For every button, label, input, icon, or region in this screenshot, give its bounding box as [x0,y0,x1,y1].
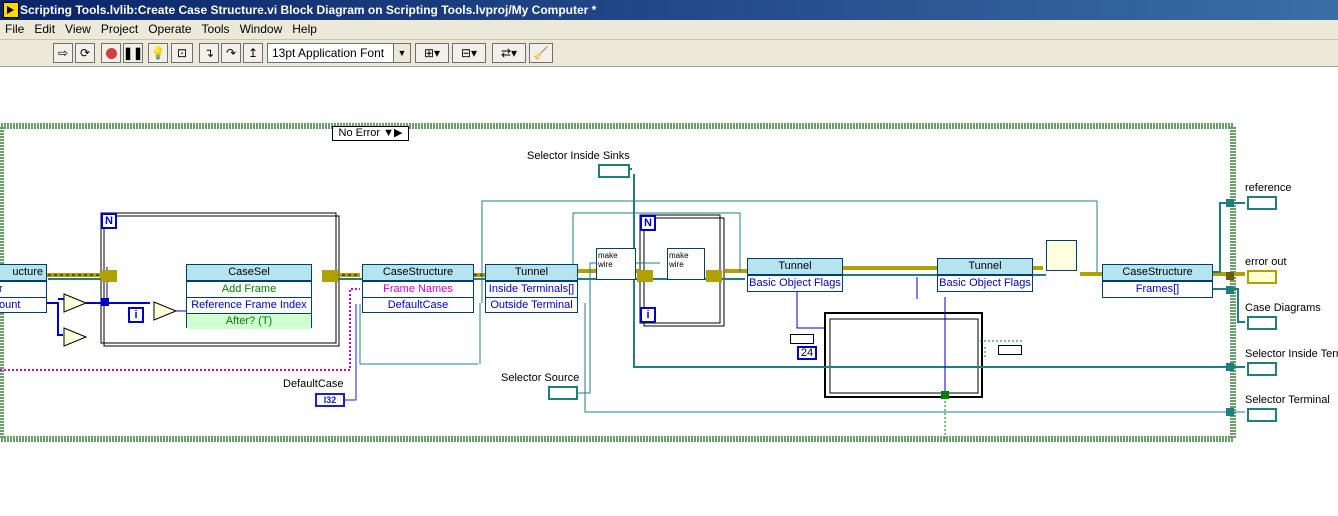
toolbar: ⇨ ⟳ ❚❚ 💡 ⊡ ↴ ↷ ↥ 13pt Application Font ▼… [0,40,1338,67]
iteration-terminal[interactable]: i [128,307,144,323]
output-selector-terminal-terminal[interactable] [1247,408,1277,422]
tunnel-property-node-3[interactable]: Tunnel Basic Object Flags [937,258,1033,292]
casestructure-header: CaseStructure [1103,265,1212,281]
left-partial-node[interactable]: ucture r ount [0,264,47,313]
inner-iteration-terminal[interactable]: i [640,307,656,323]
selector-inside-sinks-terminal[interactable] [598,164,630,178]
constant-24[interactable]: 24 [797,346,817,360]
cleanup-diagram-icon[interactable]: 🧹 [529,43,553,63]
tunnel-row-outside-terminal: Outside Terminal [486,297,577,313]
output-error-out-label: error out [1245,256,1287,268]
output-selector-inside-term-label: Selector Inside Term [1245,348,1338,360]
case-inner-frame [824,312,983,398]
casestructure-row-default-case: DefaultCase [363,297,473,313]
output-reference-label: reference [1245,182,1292,194]
loop-count-terminal[interactable]: N [101,213,117,229]
menu-window[interactable]: Window [235,20,288,39]
tunnel-row-inside-terminals: Inside Terminals[] [486,281,577,297]
output-case-diagrams-label: Case Diagrams [1245,302,1321,314]
casesel-property-node[interactable]: CaseSel Add Frame Reference Frame Index … [186,264,312,329]
tunnel-row-flags: Basic Object Flags [748,275,842,289]
menu-help[interactable]: Help [287,20,322,39]
menu-tools[interactable]: Tools [197,20,235,39]
tunnel-header: Tunnel [748,259,842,275]
casestructure-property-node-2[interactable]: CaseStructure Frames[] [1102,264,1213,298]
output-case-diagrams-terminal[interactable] [1247,316,1277,330]
left-partial-header: ucture [0,265,46,281]
default-case-label: DefaultCase [283,378,344,390]
inner-loop-count-terminal[interactable]: N [640,215,656,231]
make-wire-label: make wire [598,251,618,269]
case-selector[interactable]: No Error ▼▶ [332,126,409,141]
make-wire-subvi-2[interactable]: make wire [667,248,705,280]
pause-icon[interactable]: ❚❚ [123,43,143,63]
menu-bar: File Edit View Project Operate Tools Window Hel… [0,20,1338,40]
chevron-down-icon[interactable]: ▼ [393,44,410,62]
abort-icon[interactable] [101,43,121,63]
left-partial-row: r [0,281,46,297]
font-select[interactable]: 13pt Application Font ▼ [267,43,411,63]
highlight-execution-icon[interactable]: 💡 [148,43,168,63]
menu-operate[interactable]: Operate [143,20,196,39]
casestructure-row-frames: Frames[] [1103,281,1212,297]
font-select-value: 13pt Application Font [272,46,385,60]
retain-wire-values-icon[interactable]: ⊡ [171,43,193,63]
run-arrow-icon[interactable]: ⇨ [53,43,73,63]
block-diagram[interactable]: No Error ▼▶ N i N i ucture r ount CaseSe… [0,67,1338,516]
output-error-out-terminal[interactable] [1247,270,1277,284]
menu-view[interactable]: View [60,20,96,39]
output-selector-inside-term-terminal[interactable] [1247,362,1277,376]
tunnel-header: Tunnel [938,259,1032,275]
flag-constant-icon-2[interactable] [998,345,1022,355]
selector-source-terminal[interactable] [548,386,578,400]
menu-file[interactable]: File [0,20,29,39]
create-subvi-icon[interactable] [1046,240,1077,271]
tunnel-property-node-2[interactable]: Tunnel Basic Object Flags [747,258,843,292]
menu-project[interactable]: Project [96,20,143,39]
output-selector-terminal-label: Selector Terminal [1245,394,1330,406]
output-reference-terminal[interactable] [1247,196,1277,210]
case-selector-value: No Error [338,127,381,139]
tunnel-row-flags: Basic Object Flags [938,275,1032,289]
menu-edit[interactable]: Edit [29,20,60,39]
casesel-row-ref-index: Reference Frame Index [187,297,311,313]
selector-source-label: Selector Source [501,372,580,384]
tunnel-header: Tunnel [486,265,577,281]
title-bar: Scripting Tools.lvlib:Create Case Struct… [0,0,1338,20]
step-over-icon[interactable]: ↷ [221,43,241,63]
distribute-objects-icon[interactable]: ⊟▾ [452,43,486,63]
run-continuously-icon[interactable]: ⟳ [75,43,95,63]
selector-inside-sinks-label: Selector Inside Sinks [527,150,630,162]
make-wire-label: make wire [669,251,689,269]
default-case-terminal[interactable]: I32 [315,393,345,407]
flag-constant-icon[interactable] [790,334,814,344]
casesel-row-after: After? (T) [187,313,311,329]
labview-app-icon [3,2,19,18]
casesel-row-add-frame: Add Frame [187,281,311,297]
tunnel-property-node[interactable]: Tunnel Inside Terminals[] Outside Termin… [485,264,578,313]
step-out-icon[interactable]: ↥ [243,43,263,63]
make-wire-subvi[interactable]: make wire [596,248,636,280]
casestructure-row-frame-names: Frame Names [363,281,473,297]
step-into-icon[interactable]: ↴ [199,43,219,63]
casestructure-property-node[interactable]: CaseStructure Frame Names DefaultCase [362,264,474,313]
window-title: Scripting Tools.lvlib:Create Case Struct… [20,3,597,17]
left-partial-row: ount [0,297,46,313]
reorder-icon[interactable]: ⇄▾ [492,43,526,63]
casesel-header: CaseSel [187,265,311,281]
casestructure-header: CaseStructure [363,265,473,281]
align-objects-icon[interactable]: ⊞▾ [415,43,449,63]
